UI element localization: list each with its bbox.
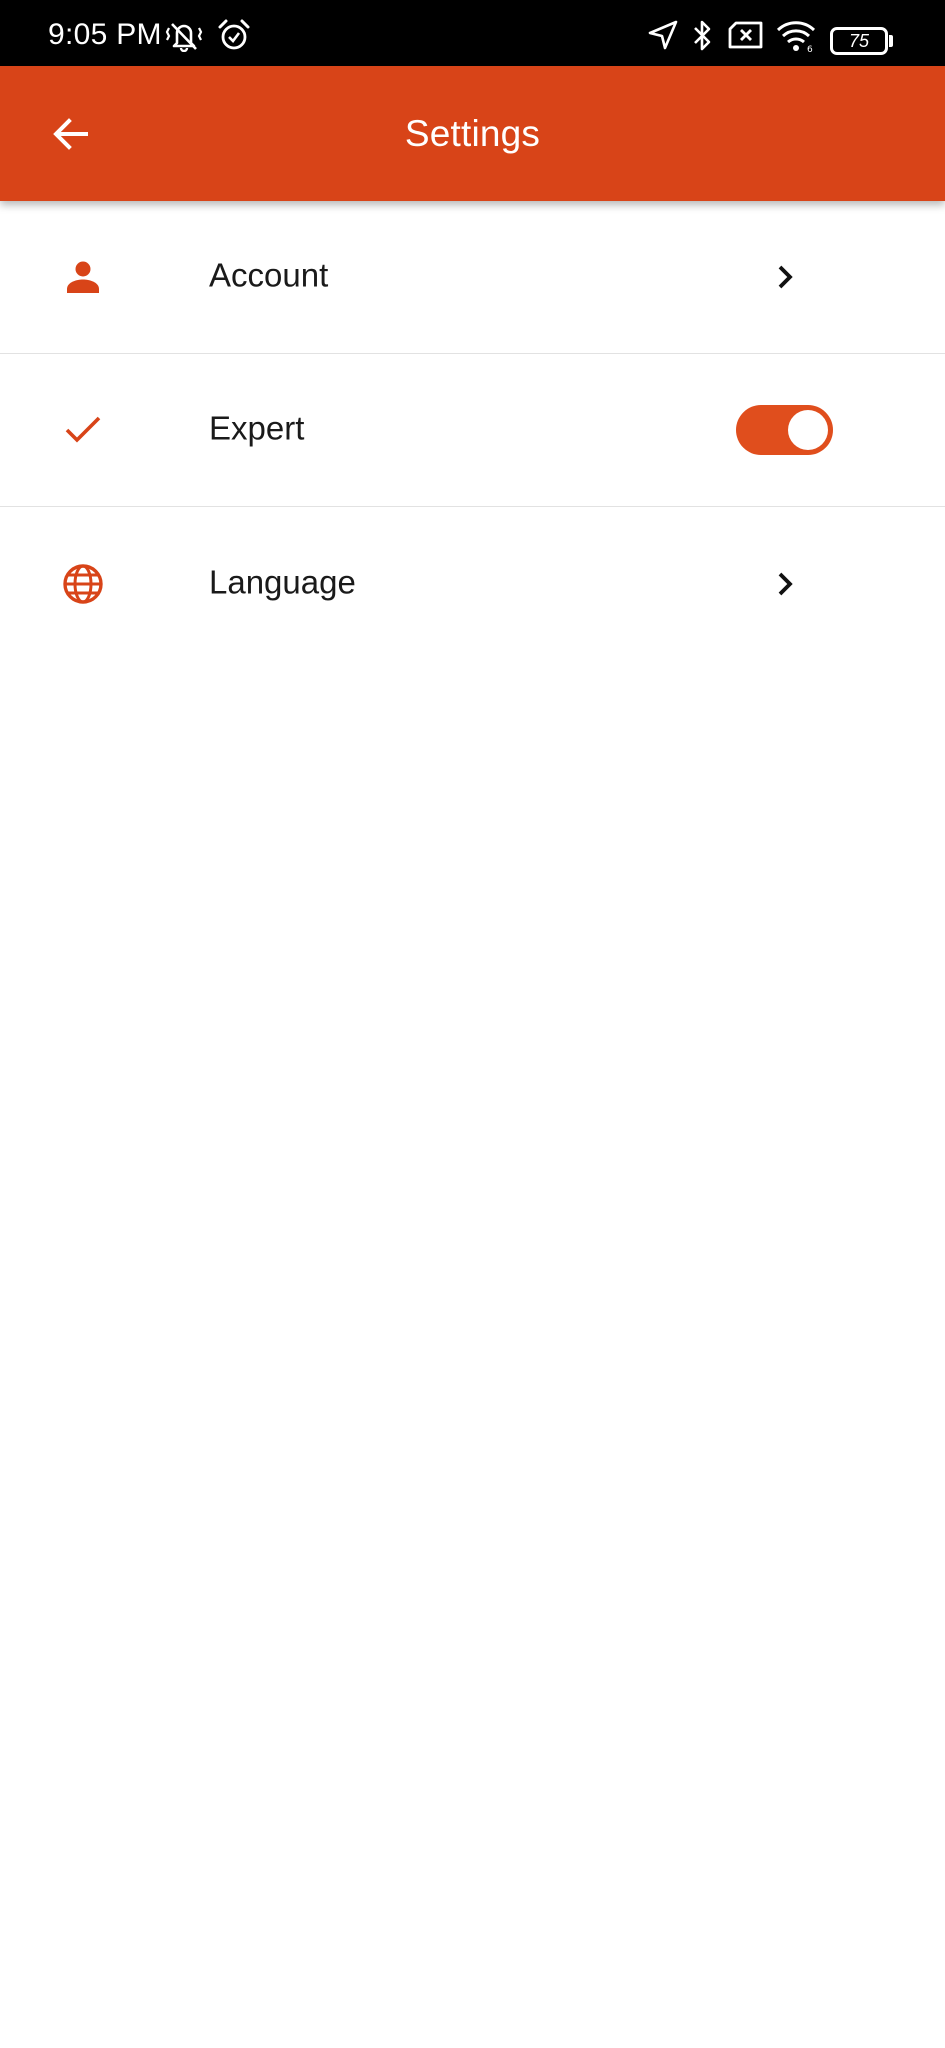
toggle-knob [788,410,828,450]
row-icon-container [60,561,106,607]
status-time: 9:05 PM [48,18,162,51]
back-button[interactable] [36,104,106,164]
status-bar: 9:05 PM 6 75 [0,0,945,66]
globe-icon [63,563,103,604]
expert-toggle[interactable] [736,405,833,455]
check-icon [65,416,101,443]
no-sim-icon [728,21,763,49]
person-icon [67,261,99,293]
settings-item-account[interactable]: Account [0,201,945,354]
settings-list: Account Expert Language [0,201,945,660]
svg-text:6: 6 [807,45,813,54]
battery-icon: 75 [830,27,888,55]
wifi-icon: 6 [776,21,816,54]
settings-item-language[interactable]: Language [0,507,945,660]
settings-item-expert[interactable]: Expert [0,354,945,507]
alarm-icon [218,19,250,50]
chevron-right-icon [770,569,800,599]
row-icon-container [60,407,106,453]
settings-item-label: Expert [209,409,305,447]
battery-nub [889,35,893,47]
battery-level: 75 [848,30,870,51]
bluetooth-icon [694,20,711,51]
settings-item-label: Account [209,256,329,294]
app-bar: Settings [0,66,945,201]
page-title: Settings [404,112,541,154]
chevron-right-icon [770,262,800,292]
location-icon [648,20,678,50]
vibrate-icon [165,23,203,52]
arrow-back-icon[interactable] [52,115,90,153]
row-icon-container [60,254,106,300]
settings-item-label: Language [209,562,356,600]
